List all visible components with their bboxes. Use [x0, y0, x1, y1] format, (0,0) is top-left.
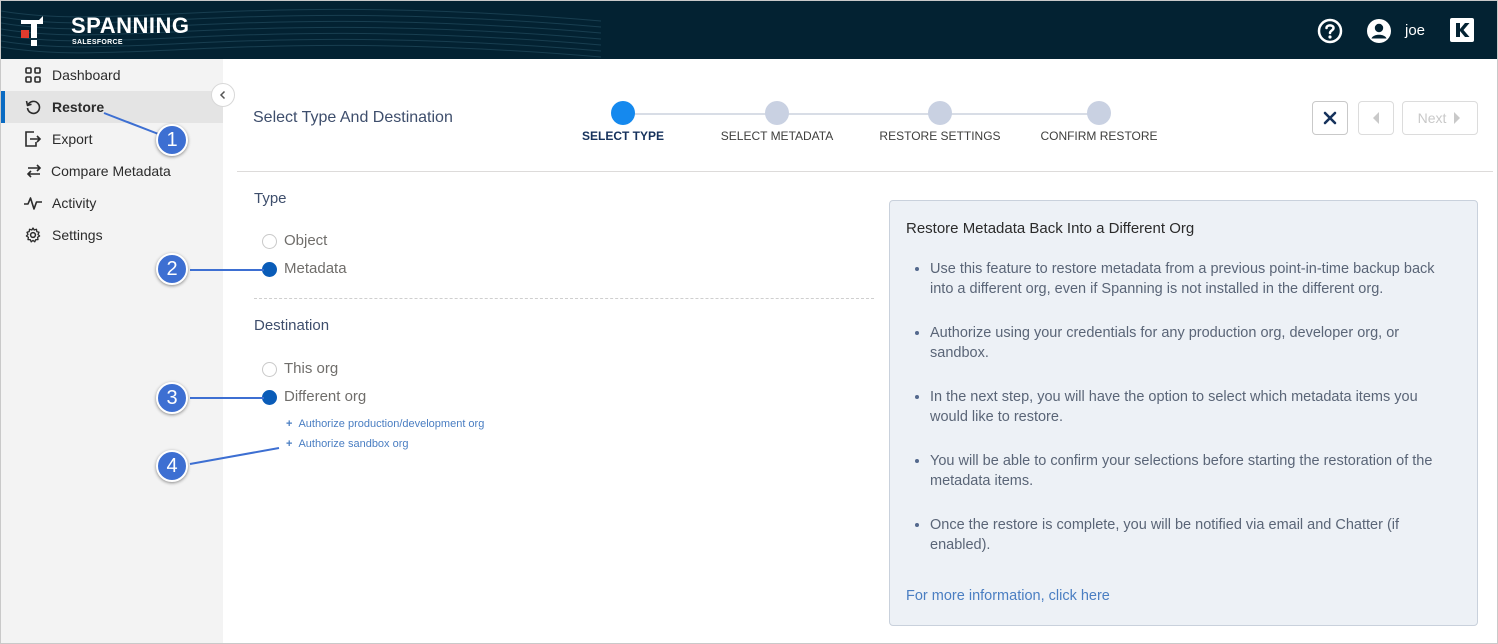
header-divider — [237, 171, 1493, 172]
sidebar-item-label: Activity — [52, 195, 97, 211]
brand-name: SPANNING — [71, 13, 190, 38]
info-bullet: Use this feature to restore metadata fro… — [930, 259, 1450, 299]
destination-section-label: Destination — [254, 317, 330, 334]
activity-icon — [24, 194, 42, 212]
wizard-progress-line — [623, 113, 1099, 115]
info-bullet-list: Use this feature to restore metadata fro… — [930, 259, 1450, 579]
callout-badge-2: 2 — [156, 253, 188, 285]
info-title: Restore Metadata Back Into a Different O… — [906, 220, 1195, 237]
step-label-restore-settings: RESTORE SETTINGS — [879, 129, 1001, 143]
close-button[interactable] — [1312, 101, 1348, 135]
authorize-production-link[interactable]: + Authorize production/development org — [286, 418, 484, 430]
export-icon — [24, 130, 42, 148]
authorize-sandbox-label: Authorize sandbox org — [298, 438, 409, 450]
info-panel: Restore Metadata Back Into a Different O… — [889, 200, 1478, 626]
chevron-left-icon — [219, 90, 226, 100]
help-icon[interactable] — [1317, 18, 1343, 44]
sidebar-item-restore[interactable]: Restore — [1, 91, 223, 123]
radio-object[interactable] — [262, 234, 277, 249]
sidebar: Dashboard Restore Export Compare Metadat… — [1, 59, 223, 643]
info-bullet: Authorize using your credentials for any… — [930, 323, 1450, 363]
radio-label-different-org[interactable]: Different org — [284, 388, 366, 405]
sidebar-item-activity[interactable]: Activity — [1, 187, 223, 219]
plus-icon: + — [286, 438, 293, 450]
brand-subtitle: SALESFORCE — [72, 39, 123, 46]
step-label-confirm-restore: CONFIRM RESTORE — [1040, 129, 1158, 143]
back-button[interactable] — [1358, 101, 1394, 135]
page-title: Select Type And Destination — [253, 109, 453, 126]
username[interactable]: joe — [1405, 22, 1425, 39]
radio-this-org[interactable] — [262, 362, 277, 377]
restore-icon — [24, 98, 42, 116]
radio-label-object[interactable]: Object — [284, 232, 327, 249]
sidebar-item-export[interactable]: Export — [1, 123, 223, 155]
authorize-production-label: Authorize production/development org — [298, 418, 485, 430]
step-indicator-confirm-restore — [1087, 101, 1111, 125]
triangle-right-icon — [1454, 112, 1461, 124]
section-divider — [254, 298, 874, 299]
sidebar-item-compare-metadata[interactable]: Compare Metadata — [1, 155, 223, 187]
step-indicator-select-metadata — [765, 101, 789, 125]
callout-badge-3: 3 — [156, 382, 188, 414]
kaseya-app-icon[interactable] — [1450, 18, 1474, 42]
top-header: SPANNING SALESFORCE joe — [1, 1, 1497, 59]
gear-icon — [24, 226, 42, 244]
callout-badge-4: 4 — [156, 450, 188, 482]
info-bullet: Once the restore is complete, you will b… — [930, 515, 1450, 555]
sidebar-item-label: Export — [52, 131, 93, 147]
step-indicator-restore-settings — [928, 101, 952, 125]
app-window: SPANNING SALESFORCE joe Dashboard Restor… — [0, 0, 1498, 644]
sidebar-item-label: Restore — [52, 99, 105, 115]
sidebar-item-dashboard[interactable]: Dashboard — [1, 59, 223, 91]
sidebar-item-label: Compare Metadata — [51, 163, 171, 179]
info-bullet: You will be able to confirm your selecti… — [930, 451, 1450, 491]
radio-metadata[interactable] — [262, 262, 277, 277]
authorize-sandbox-link[interactable]: + Authorize sandbox org — [286, 438, 409, 450]
step-label-select-metadata: SELECT METADATA — [720, 129, 834, 143]
next-button-label: Next — [1417, 110, 1447, 126]
grid-icon — [24, 66, 42, 84]
radio-different-org[interactable] — [262, 390, 277, 405]
collapse-sidebar-button[interactable] — [211, 83, 235, 107]
info-bullet: In the next step, you will have the opti… — [930, 387, 1450, 427]
compare-arrows-icon — [25, 162, 43, 180]
close-icon — [1323, 111, 1337, 125]
sidebar-item-settings[interactable]: Settings — [1, 219, 223, 251]
more-info-link[interactable]: For more information, click here — [906, 588, 1110, 604]
spanning-logo-icon — [21, 16, 43, 46]
type-section-label: Type — [254, 190, 287, 207]
user-avatar-icon[interactable] — [1366, 18, 1392, 44]
sidebar-item-label: Dashboard — [52, 67, 121, 83]
plus-icon: + — [286, 418, 293, 430]
triangle-left-icon — [1373, 112, 1379, 124]
radio-label-metadata[interactable]: Metadata — [284, 260, 347, 277]
radio-label-this-org[interactable]: This org — [284, 360, 338, 377]
step-label-select-type: SELECT TYPE — [581, 129, 665, 143]
step-indicator-select-type — [611, 101, 635, 125]
sidebar-item-label: Settings — [52, 227, 103, 243]
next-button[interactable]: Next — [1402, 101, 1478, 135]
callout-badge-1: 1 — [156, 124, 188, 156]
